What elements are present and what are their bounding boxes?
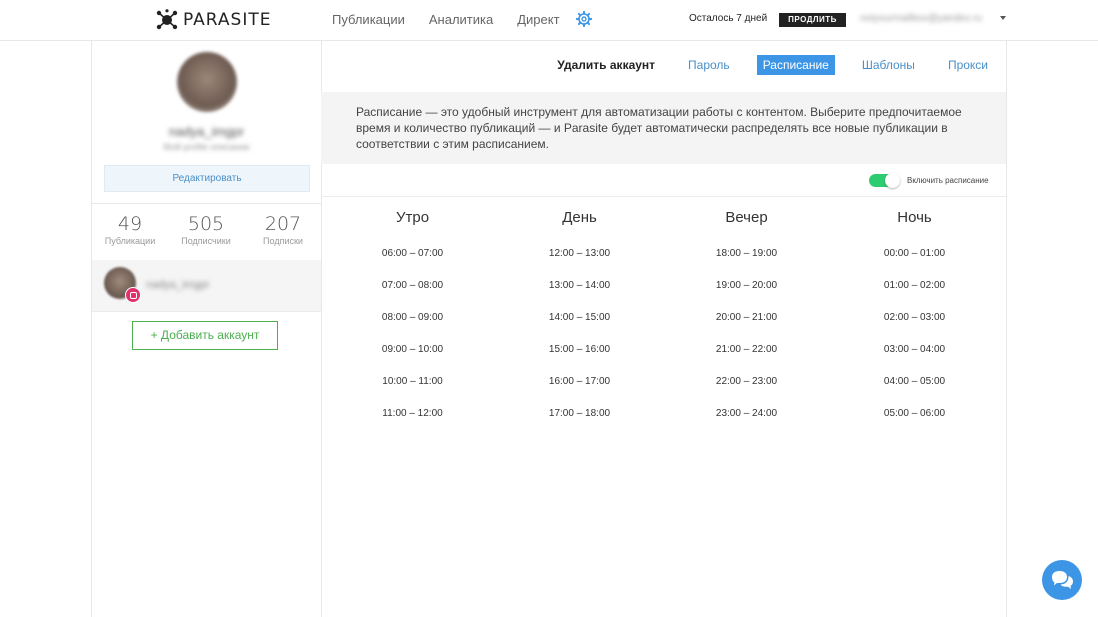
profile-username: nadya_imgpr <box>168 124 245 139</box>
tab-proxy[interactable]: Прокси <box>942 55 994 75</box>
logo[interactable]: PARASITE <box>156 9 271 31</box>
time-slot[interactable]: 00:00 – 01:00 <box>831 239 998 271</box>
profile-stats: 49 Публикации 505 Подписчики 207 Подписк… <box>92 203 321 262</box>
edit-profile-button[interactable]: Редактировать <box>104 165 310 192</box>
extend-button[interactable]: ПРОДЛИТЬ <box>779 13 846 27</box>
time-slot[interactable]: 17:00 – 18:00 <box>496 399 663 431</box>
time-slot[interactable]: 14:00 – 15:00 <box>496 303 663 335</box>
schedule-column-night: Ночь 00:00 – 01:00 01:00 – 02:00 02:00 –… <box>831 209 998 431</box>
tab-schedule[interactable]: Расписание <box>756 55 835 75</box>
schedule-column-morning: Утро 06:00 – 07:00 07:00 – 08:00 08:00 –… <box>329 209 496 431</box>
stat-publications: 49 Публикации <box>92 213 168 246</box>
logo-icon <box>156 9 178 30</box>
column-title: День <box>562 209 597 226</box>
main-nav: Публикации Аналитика Директ <box>332 12 560 27</box>
time-slot[interactable]: 13:00 – 14:00 <box>496 271 663 303</box>
stat-value: 505 <box>187 213 225 235</box>
time-slot[interactable]: 05:00 – 06:00 <box>831 399 998 431</box>
time-slot[interactable]: 02:00 – 03:00 <box>831 303 998 335</box>
column-title: Утро <box>395 209 430 226</box>
time-slot[interactable]: 18:00 – 19:00 <box>663 239 830 271</box>
toggle-knob <box>885 173 900 188</box>
time-slot[interactable]: 15:00 – 16:00 <box>496 335 663 367</box>
time-slot[interactable]: 08:00 – 09:00 <box>329 303 496 335</box>
schedule-info: Расписание — это удобный инструмент для … <box>321 92 1006 164</box>
chat-icon <box>1052 571 1073 589</box>
time-slot[interactable]: 04:00 – 05:00 <box>831 367 998 399</box>
stat-label: Подписчики <box>181 236 231 246</box>
add-account-button[interactable]: + Добавить аккаунт <box>132 321 278 350</box>
schedule-description: Расписание — это удобный инструмент для … <box>356 105 962 151</box>
profile-description: Мой profile описание <box>163 142 250 152</box>
time-slot[interactable]: 01:00 – 02:00 <box>831 271 998 303</box>
account-name: nadya_imgpr <box>146 279 210 291</box>
chevron-down-icon[interactable] <box>1000 16 1006 20</box>
top-header: PARASITE Публикации Аналитика Директ Ост… <box>0 0 1098 41</box>
logo-text: PARASITE <box>183 10 272 30</box>
time-slot[interactable]: 11:00 – 12:00 <box>329 399 496 431</box>
time-slot[interactable]: 10:00 – 11:00 <box>329 367 496 399</box>
chat-button[interactable] <box>1042 560 1082 600</box>
nav-publications[interactable]: Публикации <box>332 12 405 27</box>
stat-label: Подписки <box>263 236 303 246</box>
schedule-column-day: День 12:00 – 13:00 13:00 – 14:00 14:00 –… <box>496 209 663 431</box>
schedule-toggle[interactable] <box>869 173 900 188</box>
time-slot[interactable]: 21:00 – 22:00 <box>663 335 830 367</box>
instagram-icon <box>125 287 141 303</box>
column-title: Ночь <box>897 209 932 226</box>
time-slot[interactable]: 06:00 – 07:00 <box>329 239 496 271</box>
nav-direct[interactable]: Директ <box>517 12 559 27</box>
settings-panel: Удалить аккаунт Пароль Расписание Шаблон… <box>321 41 1007 617</box>
user-email[interactable]: notyourmailbox@yandex.ru <box>860 13 982 24</box>
nav-analytics[interactable]: Аналитика <box>429 12 493 27</box>
stat-value: 49 <box>117 213 143 235</box>
time-slot[interactable]: 22:00 – 23:00 <box>663 367 830 399</box>
stat-value: 207 <box>264 213 302 235</box>
tab-password[interactable]: Пароль <box>682 55 736 75</box>
time-slot[interactable]: 07:00 – 08:00 <box>329 271 496 303</box>
tab-delete-account[interactable]: Удалить аккаунт <box>551 55 661 75</box>
time-slot[interactable]: 12:00 – 13:00 <box>496 239 663 271</box>
profile-sidebar: nadya_imgpr Мой profile описание Редакти… <box>91 41 322 617</box>
settings-tabs: Удалить аккаунт Пароль Расписание Шаблон… <box>551 55 994 75</box>
tab-templates[interactable]: Шаблоны <box>856 55 921 75</box>
schedule-column-evening: Вечер 18:00 – 19:00 19:00 – 20:00 20:00 … <box>663 209 830 431</box>
stat-followers: 505 Подписчики <box>168 213 244 246</box>
account-list-item[interactable]: nadya_imgpr <box>92 260 321 312</box>
time-slot[interactable]: 19:00 – 20:00 <box>663 271 830 303</box>
time-slot[interactable]: 03:00 – 04:00 <box>831 335 998 367</box>
time-slot[interactable]: 09:00 – 10:00 <box>329 335 496 367</box>
stat-following: 207 Подписки <box>245 213 321 246</box>
stat-label: Публикации <box>104 236 156 246</box>
avatar <box>177 52 237 112</box>
time-slot[interactable]: 23:00 – 24:00 <box>663 399 830 431</box>
schedule-toggle-row: Включить расписание <box>321 164 1006 197</box>
time-slot[interactable]: 20:00 – 21:00 <box>663 303 830 335</box>
time-slot[interactable]: 16:00 – 17:00 <box>496 367 663 399</box>
gear-icon[interactable] <box>576 11 592 27</box>
subscription-remaining: Осталось 7 дней <box>689 13 768 24</box>
column-title: Вечер <box>725 209 768 226</box>
schedule-toggle-label: Включить расписание <box>907 176 989 185</box>
